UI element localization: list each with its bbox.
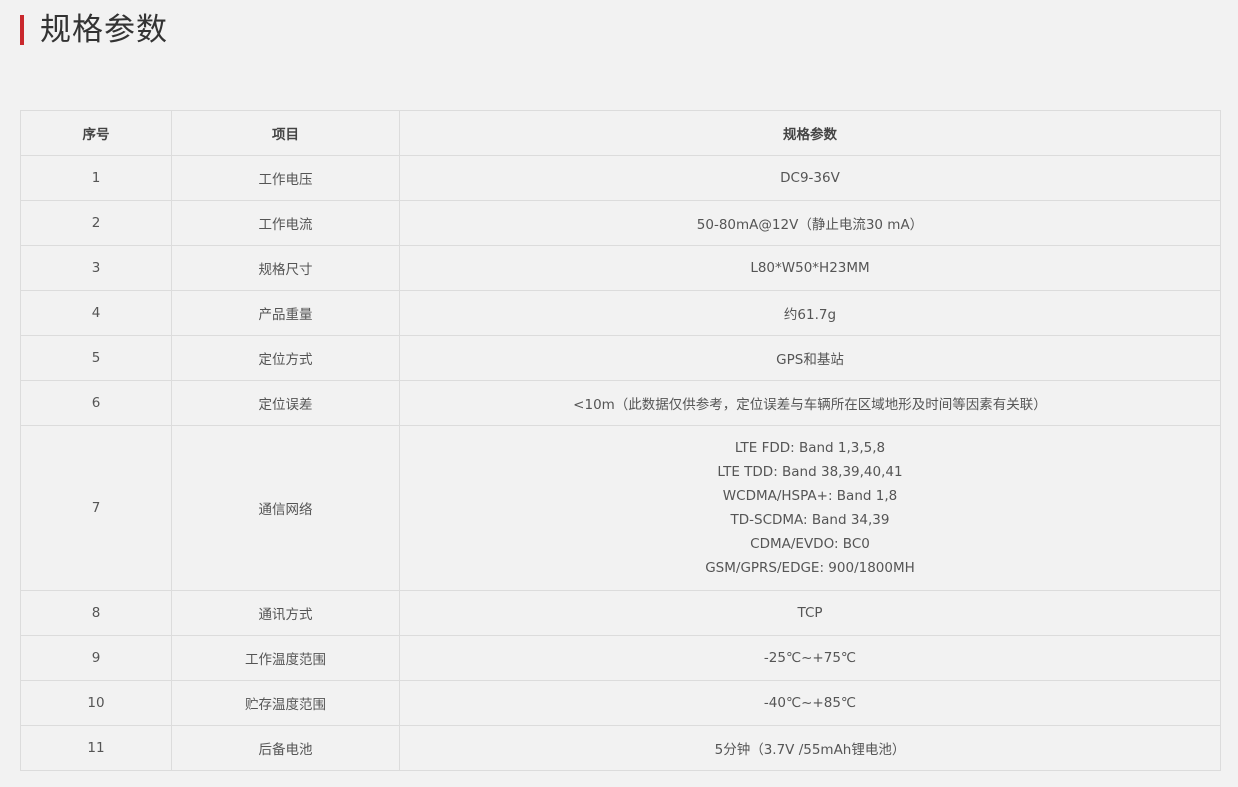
row-item: 工作温度范围 [171,635,400,681]
row-no: 4 [20,290,172,336]
row-no: 10 [20,680,172,726]
row-item: 定位方式 [171,335,400,381]
row-spec: -40℃~+85℃ [399,680,1221,726]
row-spec: -25℃~+75℃ [399,635,1221,681]
page-title: 规格参数 [40,12,168,48]
header-spec: 规格参数 [399,110,1221,156]
table-row: 3 规格尺寸 L80*W50*H23MM [20,245,1221,291]
row-no: 6 [20,380,172,426]
row-no: 9 [20,635,172,681]
header-no: 序号 [20,110,172,156]
row-no: 3 [20,245,172,291]
table-row: 7 通信网络 LTE FDD: Band 1,3,5,8 LTE TDD: Ba… [20,425,1221,591]
row-no: 2 [20,200,172,246]
row-spec: 50-80mA@12V（静止电流30 mA） [399,200,1221,246]
row-item: 贮存温度范围 [171,680,400,726]
table-row: 1 工作电压 DC9-36V [20,155,1221,201]
spec-line: TD-SCDMA: Band 34,39 [730,512,890,528]
row-item: 工作电压 [171,155,400,201]
spec-line: CDMA/EVDO: BC0 [750,536,870,552]
header-item: 项目 [171,110,400,156]
row-no: 7 [20,425,172,591]
spec-line: LTE TDD: Band 38,39,40,41 [717,464,903,480]
row-no: 1 [20,155,172,201]
row-spec: DC9-36V [399,155,1221,201]
row-no: 11 [20,725,172,771]
spec-line: LTE FDD: Band 1,3,5,8 [734,440,886,456]
table-header-row: 序号 项目 规格参数 [20,110,1221,156]
spec-table: 序号 项目 规格参数 1 工作电压 DC9-36V 2 工作电流 50-80mA… [20,110,1221,771]
heading-accent-bar [20,15,24,45]
table-row: 5 定位方式 GPS和基站 [20,335,1221,381]
row-item: 后备电池 [171,725,400,771]
row-spec: <10m（此数据仅供参考，定位误差与车辆所在区域地形及时间等因素有关联） [399,380,1221,426]
row-item: 通讯方式 [171,590,400,636]
row-item: 定位误差 [171,380,400,426]
section-heading: 规格参数 [20,12,168,48]
row-item: 产品重量 [171,290,400,336]
row-spec: L80*W50*H23MM [399,245,1221,291]
row-spec: 约61.7g [399,290,1221,336]
row-item: 规格尺寸 [171,245,400,291]
table-row: 2 工作电流 50-80mA@12V（静止电流30 mA） [20,200,1221,246]
row-no: 8 [20,590,172,636]
row-spec: LTE FDD: Band 1,3,5,8 LTE TDD: Band 38,3… [399,425,1221,591]
table-row: 9 工作温度范围 -25℃~+75℃ [20,635,1221,681]
row-spec: 5分钟（3.7V /55mAh锂电池） [399,725,1221,771]
table-row: 8 通讯方式 TCP [20,590,1221,636]
table-row: 6 定位误差 <10m（此数据仅供参考，定位误差与车辆所在区域地形及时间等因素有… [20,380,1221,426]
row-spec: GPS和基站 [399,335,1221,381]
row-no: 5 [20,335,172,381]
row-item: 通信网络 [171,425,400,591]
table-row: 4 产品重量 约61.7g [20,290,1221,336]
table-row: 11 后备电池 5分钟（3.7V /55mAh锂电池） [20,725,1221,771]
spec-page: 规格参数 序号 项目 规格参数 1 工作电压 DC9-36V 2 工作电流 50 [0,0,1238,787]
row-item: 工作电流 [171,200,400,246]
spec-line: GSM/GPRS/EDGE: 900/1800MH [705,560,915,576]
spec-line: WCDMA/HSPA+: Band 1,8 [722,488,898,504]
table-row: 10 贮存温度范围 -40℃~+85℃ [20,680,1221,726]
row-spec: TCP [399,590,1221,636]
